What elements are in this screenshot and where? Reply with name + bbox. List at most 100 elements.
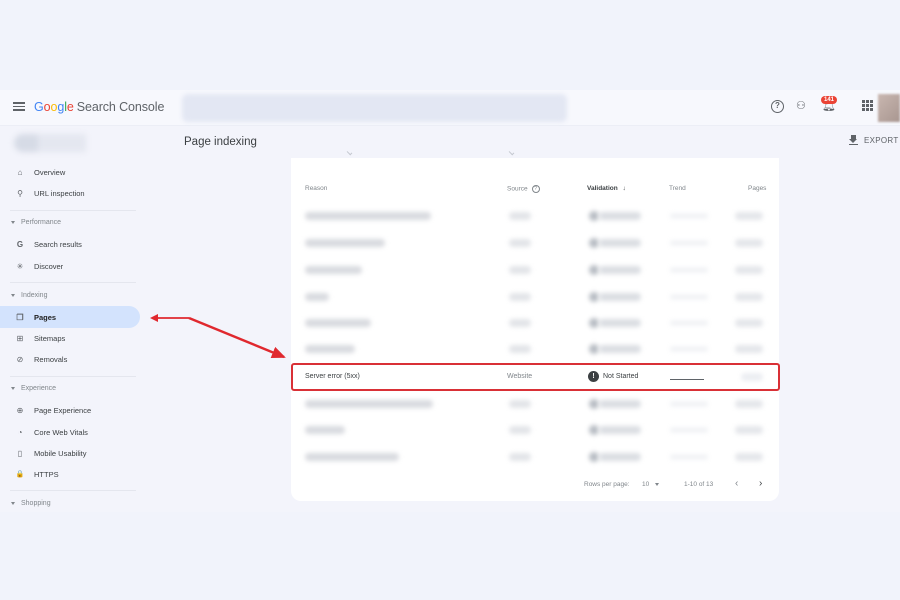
table-row[interactable] [293,391,777,417]
caret-down-icon [655,482,660,486]
sidebar-item-label: URL inspection [34,188,85,198]
section-label: Shopping [21,500,51,507]
caret-down-icon [11,501,15,505]
sidebar-item-discover[interactable]: ✳ Discover [0,255,140,277]
pagination-range: 1-10 of 13 [684,481,714,488]
next-page-button[interactable]: › [759,478,762,489]
property-selector[interactable] [14,134,134,152]
source-cell: Website [507,373,533,380]
prev-page-button[interactable]: ‹ [735,478,738,489]
section-label: Performance [21,219,62,226]
divider [10,210,136,211]
sidebar-item-url-inspection[interactable]: ⚲ URL inspection [0,182,140,204]
help-icon[interactable]: ? [531,185,540,193]
table-row[interactable] [293,230,777,256]
sidebar-item-core-web-vitals[interactable]: ◔ Core Web Vitals [0,421,140,443]
caret-down-icon [11,220,15,224]
chevron-down-icon[interactable] [508,149,515,156]
phone-icon: ▯ [17,448,23,458]
sitemap-icon: ⊞ [16,333,24,343]
sort-arrow-icon: ↓ [622,185,626,192]
rows-per-page-value: 10 [642,481,650,488]
alert-icon: ! [588,371,599,382]
menu-icon[interactable] [13,100,25,112]
table-row[interactable] [293,284,777,310]
sidebar-item-page-experience[interactable]: ⊕ Page Experience [0,399,140,421]
validation-cell: Not Started [603,373,639,380]
logo-letter: e [66,100,74,114]
section-performance[interactable]: Performance [11,219,61,226]
sidebar-item-overview[interactable]: ⌂ Overview [0,161,140,183]
column-header-validation[interactable]: Validation ↓ [587,185,626,192]
table-row[interactable] [293,336,777,362]
filter-chevrons [291,149,779,158]
apps-icon[interactable] [862,100,873,111]
search-icon: ⚲ [17,188,23,198]
page-experience-icon: ⊕ [16,405,24,415]
sidebar-item-removals[interactable]: ⊘ Removals [0,348,140,370]
pages-icon: ❐ [16,312,24,322]
rows-per-page-label: Rows per page: [584,481,630,488]
admin-icon[interactable]: ⚇ [796,100,809,113]
rows-per-page-select[interactable]: 10 [642,481,660,488]
lock-icon: 🔒 [15,471,25,478]
sidebar-item-mobile-usability[interactable]: ▯ Mobile Usability [0,442,140,464]
sidebar-item-label: Core Web Vitals [34,427,88,437]
sidebar-item-label: Removals [34,354,68,364]
chevron-down-icon[interactable] [346,149,353,156]
table-row-highlighted[interactable]: Server error (5xx) Website ! Not Started [291,363,780,391]
avatar[interactable] [878,94,900,122]
pages-cell [741,373,763,381]
column-header-trend: Trend [669,185,686,192]
table-row[interactable] [293,417,777,443]
column-header-source[interactable]: Source? [507,185,540,193]
sidebar-item-pages[interactable]: ❐ Pages [0,306,140,328]
sidebar-item-label: Pages [34,312,57,322]
sidebar-item-label: Overview [34,167,66,177]
app-title: Search Console [76,100,165,114]
divider [10,376,136,377]
home-icon: ⌂ [17,167,23,177]
divider [10,490,136,491]
gauge-icon: ◔ [17,427,23,437]
caret-down-icon [11,293,15,297]
page-title: Page indexing [184,136,257,148]
sidebar-item-https[interactable]: 🔒 HTTPS [0,463,140,485]
table-row[interactable] [293,310,777,336]
section-indexing[interactable]: Indexing [11,292,47,299]
help-icon[interactable]: ? [771,100,784,113]
discover-icon: ✳ [16,261,24,271]
table-row[interactable] [293,444,777,470]
section-experience[interactable]: Experience [11,385,56,392]
header-label: Source [507,185,528,193]
table-row[interactable] [293,257,777,283]
export-button[interactable]: EXPORT [849,135,899,145]
notification-badge: 141 [821,96,838,104]
column-header-reason[interactable]: Reason [305,185,327,192]
search-input[interactable] [182,94,567,122]
sidebar-item-label: Mobile Usability [34,448,87,458]
caret-down-icon [11,386,15,390]
app-logo[interactable]: Google Search Console [34,100,164,114]
sidebar-item-label: Discover [34,261,64,271]
sidebar-item-sitemaps[interactable]: ⊞ Sitemaps [0,327,140,349]
trend-sparkline [670,379,704,380]
google-icon: G [16,239,24,249]
export-label: EXPORT [864,135,899,145]
sidebar-item-label: Page Experience [34,405,92,415]
sidebar-item-label: HTTPS [34,469,59,479]
logo-letter: G [34,100,44,114]
column-header-pages[interactable]: Pages [748,185,766,192]
section-shopping[interactable]: Shopping [11,500,51,507]
header-label: Validation [587,185,618,192]
table-row[interactable] [293,203,777,229]
sidebar-item-label: Sitemaps [34,333,66,343]
sidebar-item-search-results[interactable]: G Search results [0,233,140,255]
section-label: Indexing [21,292,48,299]
reason-cell: Server error (5xx) [305,373,360,380]
divider [10,282,136,283]
sidebar-item-label: Search results [34,239,82,249]
section-label: Experience [21,385,57,392]
download-icon [849,135,858,145]
removals-icon: ⊘ [16,354,24,364]
